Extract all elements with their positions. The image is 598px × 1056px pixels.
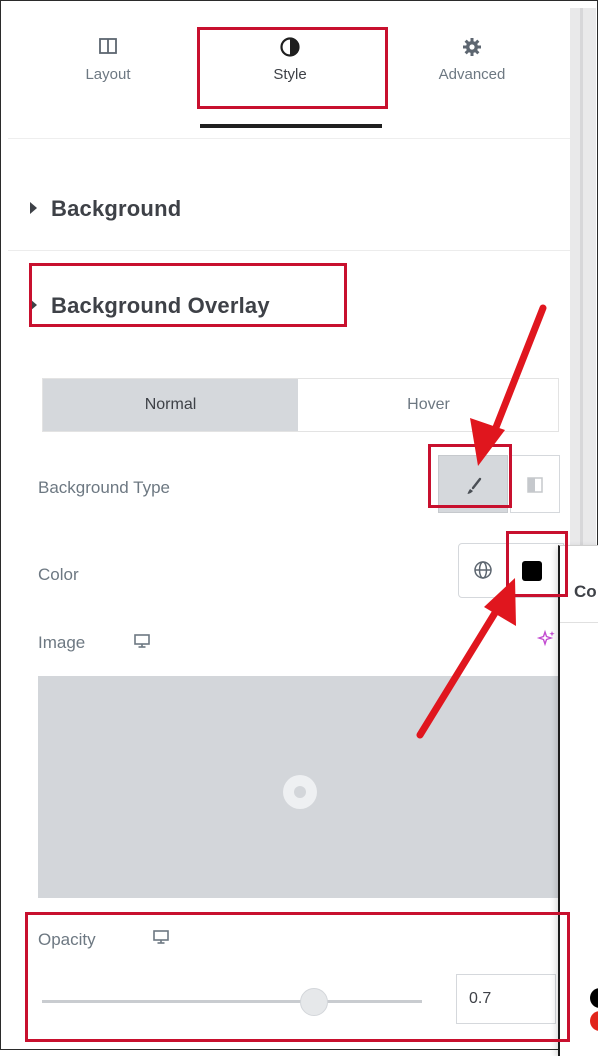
arrow-to-background-type [489,304,547,439]
annotation-arrows [416,304,547,739]
arrow-to-color-swatch [416,604,502,739]
